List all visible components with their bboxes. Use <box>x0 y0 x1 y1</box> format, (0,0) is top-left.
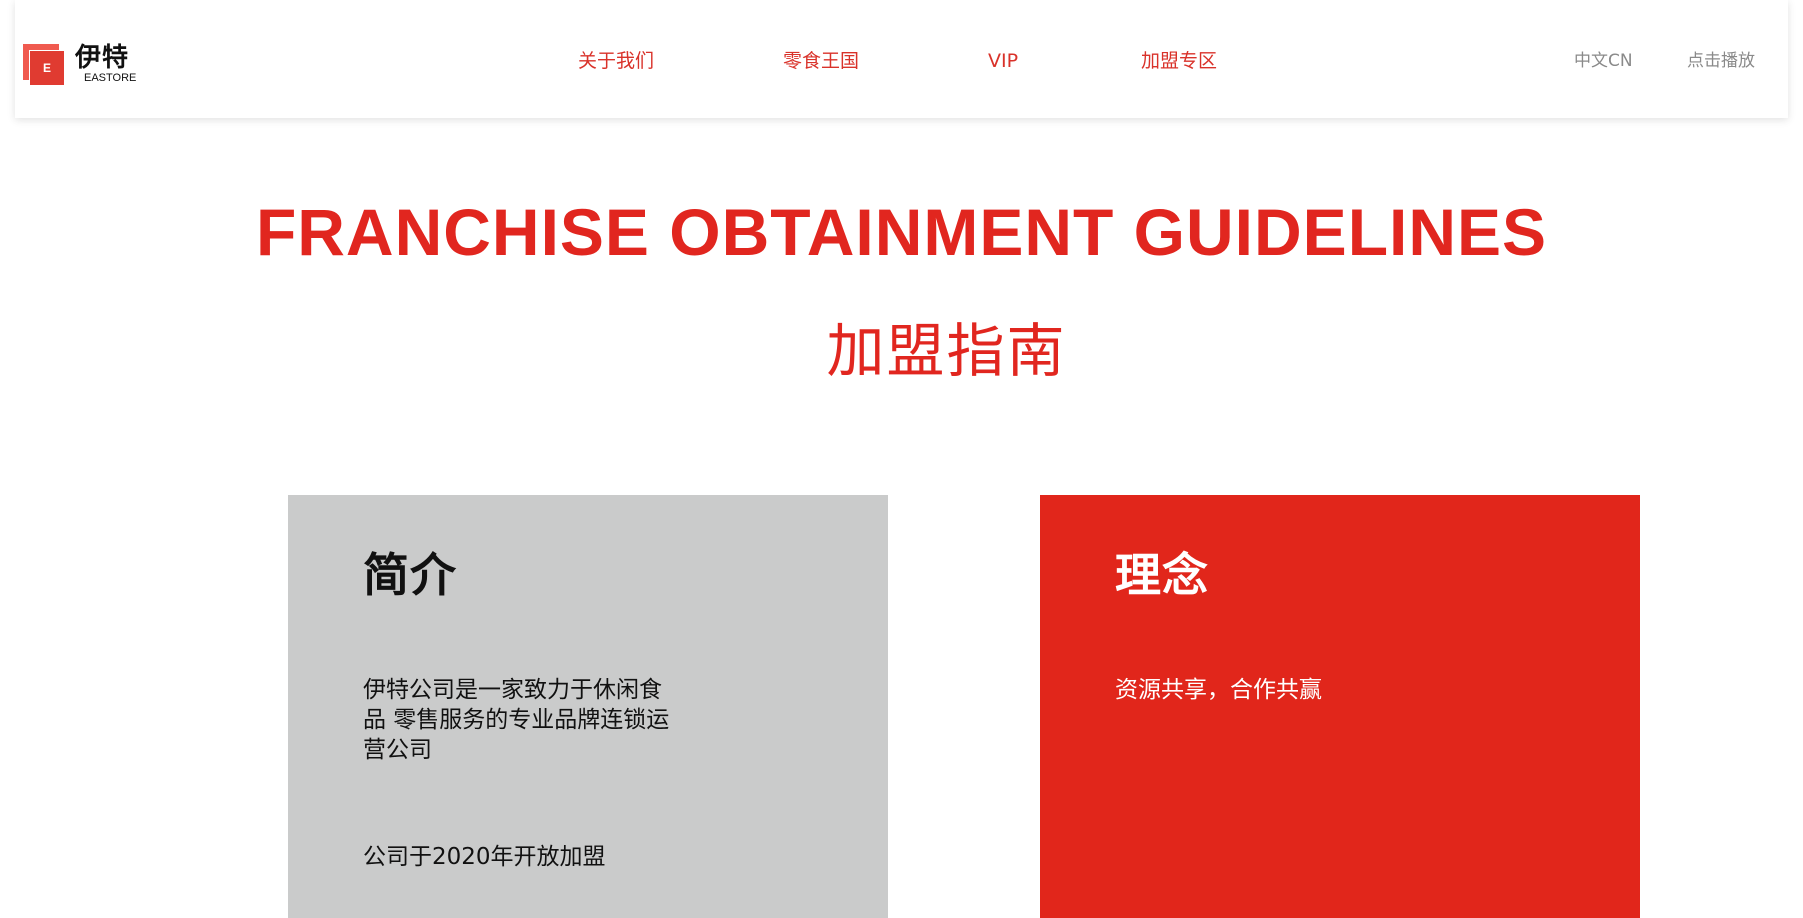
philosophy-card-title: 理念 <box>1115 548 1209 602</box>
intro-card-note: 公司于2020年开放加盟 <box>363 844 606 870</box>
philosophy-card-paragraph: 资源共享，合作共赢 <box>1115 677 1322 703</box>
nav-item-vip[interactable]: VIP <box>988 46 1018 76</box>
intro-card-paragraph: 伊特公司是一家致力于休闲食品 零售服务的专业品牌连锁运营公司 <box>363 677 670 763</box>
site-header: E 伊特 EASTORE 关于我们 零食王国 VIP 加盟专区 中文CN 点击播… <box>15 0 1788 118</box>
hero-title-en: FRANCHISE OBTAINMENT GUIDELINES <box>255 195 1548 269</box>
nav-item-franchise[interactable]: 加盟专区 <box>1141 46 1217 76</box>
intro-card-title: 简介 <box>363 548 457 602</box>
language-switch[interactable]: 中文CN <box>1574 46 1633 76</box>
page: E 伊特 EASTORE 关于我们 零食王国 VIP 加盟专区 中文CN 点击播… <box>0 0 1803 918</box>
play-button[interactable]: 点击播放 <box>1687 46 1755 76</box>
nav-item-about[interactable]: 关于我们 <box>578 46 654 76</box>
intro-card: 简介 伊特公司是一家致力于休闲食品 零售服务的专业品牌连锁运营公司 公司于202… <box>288 495 888 918</box>
philosophy-card: 理念 资源共享，合作共赢 <box>1040 495 1640 918</box>
hero-title-cn: 加盟指南 <box>826 317 1067 385</box>
main-nav: 关于我们 零食王国 VIP 加盟专区 中文CN 点击播放 <box>15 46 1788 76</box>
nav-item-snack-kingdom[interactable]: 零食王国 <box>783 46 859 76</box>
